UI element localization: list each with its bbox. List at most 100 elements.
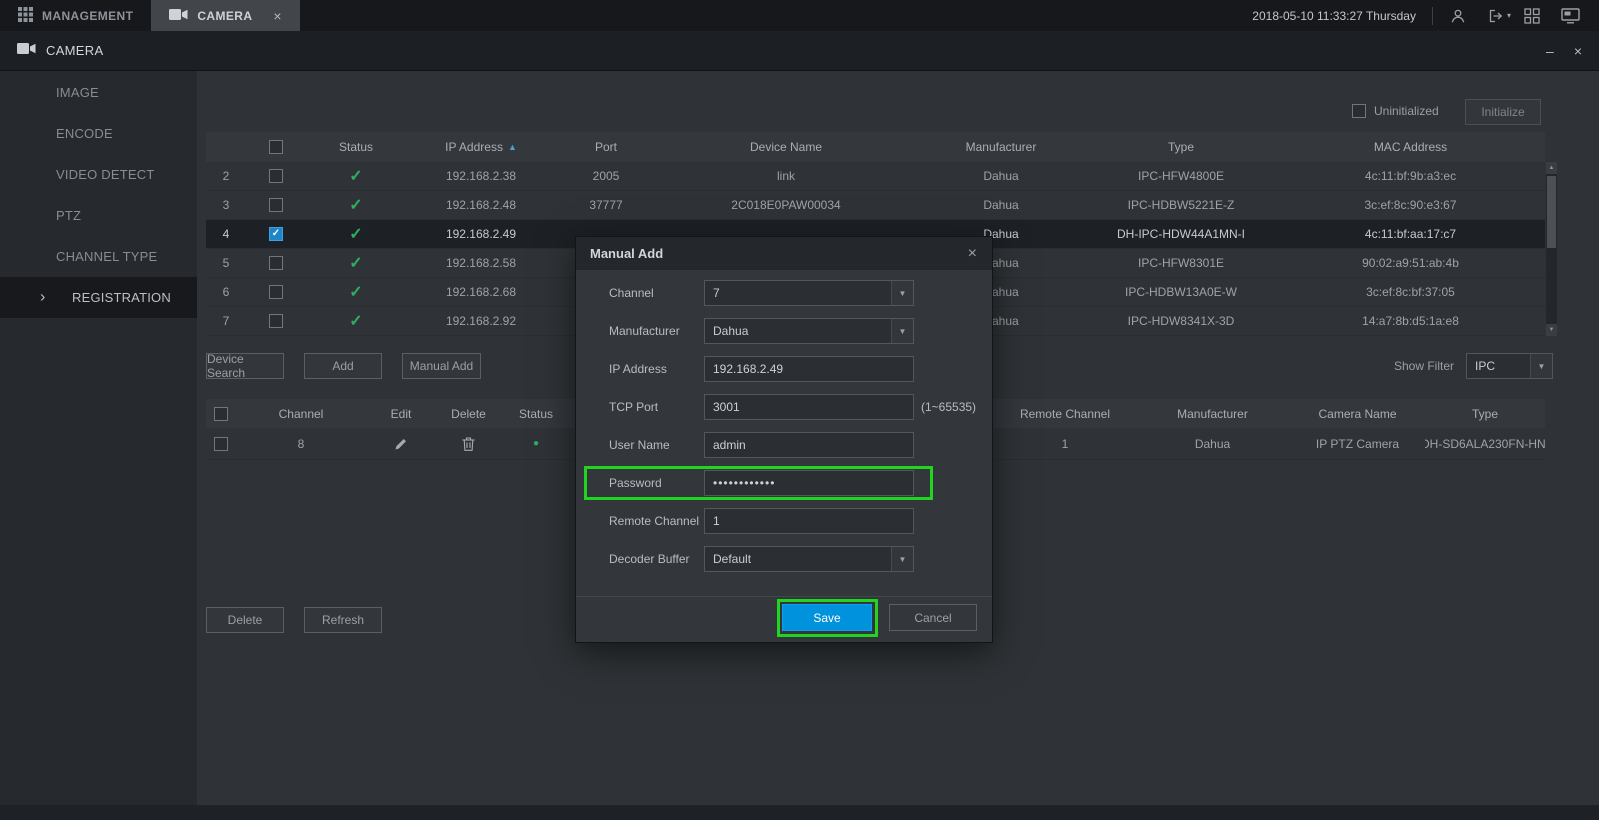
sidebar-item-label: CHANNEL TYPE	[56, 249, 157, 264]
logout-icon[interactable]	[1477, 0, 1515, 31]
window-bottom-edge	[0, 805, 1599, 820]
row-number: 3	[206, 198, 246, 212]
minimize-icon[interactable]: –	[1546, 44, 1554, 58]
remote-channel-input[interactable]	[704, 508, 914, 534]
mac-cell: 3c:ef:8c:bf:37:05	[1276, 285, 1545, 299]
ip-cell: 192.168.2.49	[406, 227, 556, 241]
row-checkbox[interactable]	[269, 169, 283, 183]
dialog-separator	[576, 596, 992, 597]
device-name-cell: link	[656, 169, 916, 183]
sidebar-item-channel-type[interactable]: CHANNEL TYPE	[0, 236, 197, 277]
user-icon[interactable]	[1439, 0, 1477, 31]
sidebar-item-registration[interactable]: › REGISTRATION	[0, 277, 197, 318]
header-status[interactable]: Status	[306, 140, 406, 154]
row-checkbox-checked[interactable]: ✓	[269, 227, 283, 241]
mac-cell: 90:02:a9:51:ab:4b	[1276, 256, 1545, 270]
sidebar-item-video-detect[interactable]: VIDEO DETECT	[0, 154, 197, 195]
ip-cell: 192.168.2.68	[406, 285, 556, 299]
field-remote-channel: Remote Channel	[576, 502, 992, 540]
header-type[interactable]: Type	[1086, 140, 1276, 154]
sidebar-item-ptz[interactable]: PTZ	[0, 195, 197, 236]
tab-camera[interactable]: CAMERA ×	[151, 0, 300, 31]
row-checkbox[interactable]	[214, 437, 228, 451]
sidebar: IMAGE ENCODE VIDEO DETECT PTZ CHANNEL TY…	[0, 71, 197, 805]
dialog-close-icon[interactable]: ×	[968, 245, 977, 263]
table-row[interactable]: 2 ✓ 192.168.2.38 2005 link Dahua IPC-HFW…	[206, 162, 1545, 191]
type-cell: IPC-HFW8301E	[1086, 256, 1276, 270]
edit-pencil-icon[interactable]	[366, 437, 436, 451]
decoder-buffer-dropdown[interactable]: Default ▼	[704, 546, 914, 572]
check-icon: ✓	[272, 229, 280, 239]
table-row[interactable]: 3 ✓ 192.168.2.48 37777 2C018E0PAW00034 D…	[206, 191, 1545, 220]
tcp-port-range-hint: (1~65535)	[921, 400, 976, 414]
row-checkbox[interactable]	[269, 314, 283, 328]
row-checkbox[interactable]	[269, 198, 283, 212]
table-scrollbar[interactable]: ▲ ▼	[1546, 162, 1557, 336]
channel-dropdown[interactable]: 7 ▼	[704, 280, 914, 306]
show-filter-value: IPC	[1475, 359, 1495, 373]
cancel-button[interactable]: Cancel	[889, 604, 977, 631]
initialize-button[interactable]: Initialize	[1465, 99, 1541, 125]
delete-button[interactable]: Delete	[206, 607, 284, 633]
device-search-button[interactable]: Device Search	[206, 353, 284, 379]
mac-cell: 14:a7:8b:d5:1a:e8	[1276, 314, 1545, 328]
tab-close-icon[interactable]: ×	[273, 8, 282, 24]
row-checkbox[interactable]	[269, 256, 283, 270]
sidebar-item-encode[interactable]: ENCODE	[0, 113, 197, 154]
show-filter-dropdown[interactable]: IPC ▼	[1466, 353, 1553, 379]
header-port[interactable]: Port	[556, 140, 656, 154]
type-cell: DH-IPC-HDW44A1MN-I	[1086, 227, 1276, 241]
header-mac-address[interactable]: MAC Address	[1276, 140, 1545, 154]
header-device-name[interactable]: Device Name	[656, 140, 916, 154]
field-label: Remote Channel	[609, 514, 704, 528]
manual-add-button[interactable]: Manual Add	[402, 353, 481, 379]
header-status: Status	[501, 407, 571, 421]
select-all-checkbox[interactable]	[214, 407, 228, 421]
manufacturer-dropdown[interactable]: Dahua ▼	[704, 318, 914, 344]
row-checkbox[interactable]	[269, 285, 283, 299]
close-icon[interactable]: ×	[1574, 44, 1582, 58]
manufacturer-cell: Dahua	[916, 169, 1086, 183]
datetime: 2018-05-10 11:33:27 Thursday	[1252, 9, 1432, 23]
port-cell: 37777	[556, 198, 656, 212]
manufacturer-cell: Dahua	[916, 198, 1086, 212]
refresh-button[interactable]: Refresh	[304, 607, 382, 633]
channel-cell: 8	[236, 437, 366, 451]
tcp-port-input[interactable]	[704, 394, 914, 420]
scrollbar-thumb[interactable]	[1547, 176, 1556, 248]
field-label: IP Address	[609, 362, 704, 376]
password-input[interactable]	[704, 470, 914, 496]
sort-asc-icon: ▲	[508, 142, 517, 152]
header-ip-address[interactable]: IP Address ▲	[406, 140, 556, 154]
mac-cell: 4c:11:bf:9b:a3:ec	[1276, 169, 1545, 183]
field-manufacturer: Manufacturer Dahua ▼	[576, 312, 992, 350]
select-all-checkbox[interactable]	[269, 140, 283, 154]
type-cell: IPC-HDBW5221E-Z	[1086, 198, 1276, 212]
type-cell: IPC-HDBW13A0E-W	[1086, 285, 1276, 299]
header-edit: Edit	[366, 407, 436, 421]
header-remote-channel: Remote Channel	[995, 407, 1135, 421]
uninitialized-label: Uninitialized	[1374, 104, 1439, 118]
window-title: CAMERA	[46, 43, 103, 58]
uninitialized-checkbox[interactable]	[1352, 104, 1366, 118]
user-name-input[interactable]	[704, 432, 914, 458]
add-button[interactable]: Add	[304, 353, 382, 379]
display-icon[interactable]	[1551, 0, 1589, 31]
header-manufacturer[interactable]: Manufacturer	[916, 140, 1086, 154]
scroll-up-icon[interactable]: ▲	[1546, 162, 1557, 174]
split-screen-icon[interactable]	[1513, 0, 1551, 31]
field-label: Decoder Buffer	[609, 552, 704, 566]
dropdown-arrow-icon: ▼	[891, 547, 913, 571]
row-number: 5	[206, 256, 246, 270]
show-filter-label: Show Filter	[1394, 359, 1454, 373]
save-button[interactable]: Save	[782, 604, 872, 631]
status-ok-icon: ✓	[349, 311, 362, 331]
sidebar-item-image[interactable]: IMAGE	[0, 72, 197, 113]
ip-address-input[interactable]	[704, 356, 914, 382]
tab-management[interactable]: MANAGEMENT	[0, 0, 151, 31]
delete-trash-icon[interactable]	[436, 437, 501, 451]
dialog-body: Channel 7 ▼ Manufacturer Dahua ▼ IP Addr…	[576, 270, 992, 578]
field-decoder-buffer: Decoder Buffer Default ▼	[576, 540, 992, 578]
scroll-down-icon[interactable]: ▼	[1546, 324, 1557, 336]
decoder-buffer-value: Default	[713, 552, 751, 566]
